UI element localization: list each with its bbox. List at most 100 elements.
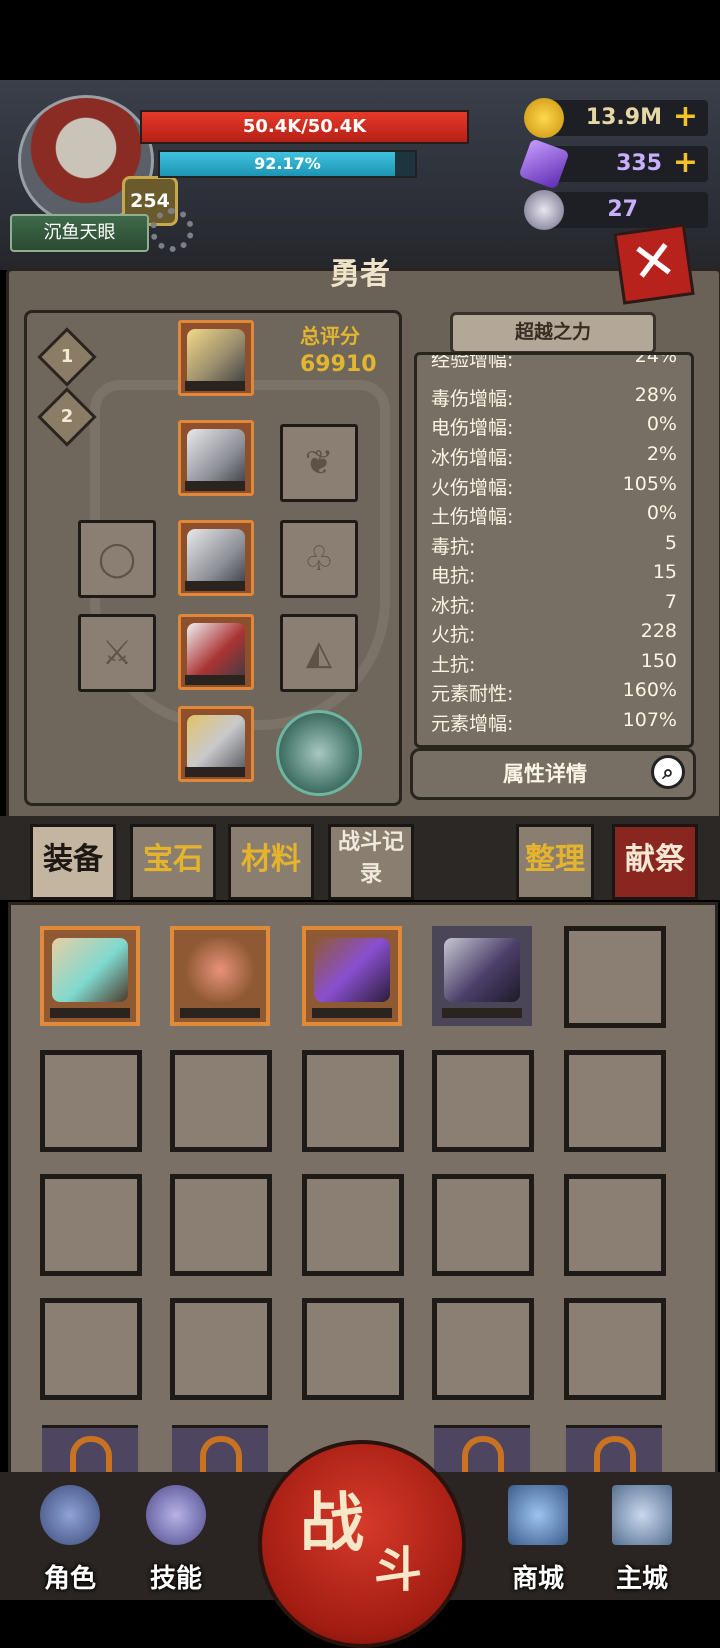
belt-icon xyxy=(187,529,245,587)
dark-armor-item-icon xyxy=(444,938,520,1002)
gold-value: 13.9M xyxy=(585,105,662,130)
gold-counter: 13.9M + xyxy=(524,98,708,138)
empty-inventory-slot[interactable] xyxy=(170,1174,272,1276)
tab-materials[interactable]: 材料 xyxy=(228,824,314,900)
boots-slot[interactable] xyxy=(178,706,254,782)
inventory-item-ring[interactable] xyxy=(40,926,140,1026)
socket-bar xyxy=(50,1008,130,1018)
gloves-slot[interactable] xyxy=(178,614,254,690)
total-score-value: 69910 xyxy=(300,352,377,377)
belt-slot[interactable] xyxy=(178,520,254,596)
stat-row: 电伤增幅: 0% xyxy=(431,413,677,440)
stat-label: 元素耐性: xyxy=(431,683,514,705)
empty-inventory-slot[interactable] xyxy=(564,1050,666,1152)
loadout-2-label: 2 xyxy=(60,406,74,427)
gold-coin-icon xyxy=(524,98,564,138)
total-score-label: 总评分 xyxy=(300,324,360,348)
stat-label: 经验增幅: xyxy=(431,352,514,371)
empty-inventory-slot[interactable] xyxy=(40,1298,142,1400)
stat-value: 228 xyxy=(640,620,677,642)
socket-bar xyxy=(185,381,245,391)
ring-item-icon xyxy=(52,938,128,1002)
stat-value: 24% xyxy=(634,352,677,367)
ring-slot[interactable]: ◯ xyxy=(78,520,156,598)
stat-value: 5 xyxy=(664,532,677,554)
helmet-icon xyxy=(187,329,245,387)
empty-inventory-slot[interactable] xyxy=(40,1174,142,1276)
offhand-slot[interactable]: ◭ xyxy=(280,614,358,692)
nav-skills-label: 技能 xyxy=(149,1564,202,1594)
tab-equipment[interactable]: 装备 xyxy=(30,824,116,900)
nav-character-label: 角色 xyxy=(43,1564,96,1594)
inventory-item-staff[interactable] xyxy=(170,926,270,1026)
empty-inventory-slot[interactable] xyxy=(170,1298,272,1400)
transcend-power-button[interactable]: 超越之力 xyxy=(450,312,656,354)
helmet-slot[interactable] xyxy=(178,320,254,396)
sort-button[interactable]: 整理 xyxy=(516,824,594,900)
cape-slot[interactable]: ♧ xyxy=(280,520,358,598)
stat-row: 元素耐性: 160% xyxy=(431,679,677,706)
stat-label: 土抗: xyxy=(431,654,476,676)
mp-text: 92.17% xyxy=(254,154,321,173)
inventory-item-claw[interactable] xyxy=(302,926,402,1026)
locked-slot-padlock-icon[interactable] xyxy=(566,1425,662,1478)
empty-inventory-slot[interactable] xyxy=(40,1050,142,1152)
empty-inventory-slot[interactable] xyxy=(432,1050,534,1152)
stat-value: 160% xyxy=(622,679,677,701)
empty-inventory-slot[interactable] xyxy=(564,1298,666,1400)
fight-button[interactable]: 战 斗 xyxy=(258,1440,466,1648)
stat-label: 火伤增幅: xyxy=(431,477,514,499)
seal-medallion-icon[interactable] xyxy=(276,710,362,796)
socket-bar xyxy=(185,675,245,685)
socket-bar xyxy=(185,581,245,591)
chest-slot[interactable] xyxy=(178,420,254,496)
locked-slot-padlock-icon[interactable] xyxy=(172,1425,268,1478)
stat-label: 毒伤增幅: xyxy=(431,388,514,410)
attribute-details-button[interactable]: 属性详情 ⌕ xyxy=(410,748,696,800)
inventory-item-armor[interactable] xyxy=(432,926,532,1026)
gem-counter: 335 + xyxy=(518,138,708,190)
swirl-skill-icon xyxy=(146,1485,206,1545)
weapon-slot[interactable]: ⚔ xyxy=(78,614,156,692)
stat-label: 土伤增幅: xyxy=(431,506,514,528)
nav-city-label: 主城 xyxy=(615,1564,668,1594)
stat-value: 7 xyxy=(664,591,677,613)
stat-row: 电抗: 15 xyxy=(431,561,677,588)
chest-armor-icon xyxy=(187,429,245,487)
boots-icon xyxy=(187,715,245,773)
ram-value: 27 xyxy=(607,197,638,222)
empty-inventory-slot[interactable] xyxy=(302,1174,404,1276)
empty-inventory-slot[interactable] xyxy=(302,1298,404,1400)
stat-row: 火抗: 228 xyxy=(431,620,677,647)
tab-battle-log[interactable]: 战斗记录 xyxy=(328,824,414,900)
close-icon[interactable]: ✕ xyxy=(613,223,695,305)
socket-bar xyxy=(180,1008,260,1018)
nav-main-city-button[interactable]: 主城 xyxy=(592,1485,692,1595)
locked-slot-padlock-icon[interactable] xyxy=(434,1425,530,1478)
tab-gems[interactable]: 宝石 xyxy=(130,824,216,900)
stat-row: 元素增幅: 107% xyxy=(431,709,677,736)
sacrifice-button[interactable]: 献祭 xyxy=(612,824,698,900)
add-gold-button[interactable]: + xyxy=(673,100,698,134)
empty-inventory-slot[interactable] xyxy=(432,1298,534,1400)
empty-inventory-slot[interactable] xyxy=(564,1174,666,1276)
gauntlet-icon xyxy=(187,623,245,681)
empty-inventory-slot[interactable] xyxy=(170,1050,272,1152)
empty-inventory-slot[interactable] xyxy=(302,1050,404,1152)
stat-row: 火伤增幅: 105% xyxy=(431,473,677,500)
nav-character-button[interactable]: 角色 xyxy=(20,1485,120,1595)
amulet-slot[interactable]: ❦ xyxy=(280,424,358,502)
amulet-icon: ❦ xyxy=(304,443,334,483)
empty-inventory-slot[interactable] xyxy=(432,1174,534,1276)
nav-skills-button[interactable]: 技能 xyxy=(126,1485,226,1595)
stat-label: 电伤增幅: xyxy=(431,417,514,439)
cape-icon: ♧ xyxy=(303,539,335,579)
add-gem-button[interactable]: + xyxy=(673,146,698,180)
nav-shop-button[interactable]: 商城 xyxy=(488,1485,588,1595)
offhand-icon: ◭ xyxy=(305,633,333,673)
stat-label: 毒抗: xyxy=(431,536,476,558)
locked-slot-padlock-icon[interactable] xyxy=(42,1425,138,1478)
stat-row: 土伤增幅: 0% xyxy=(431,502,677,529)
empty-inventory-slot[interactable] xyxy=(564,926,666,1028)
gear-icon[interactable] xyxy=(150,208,194,252)
